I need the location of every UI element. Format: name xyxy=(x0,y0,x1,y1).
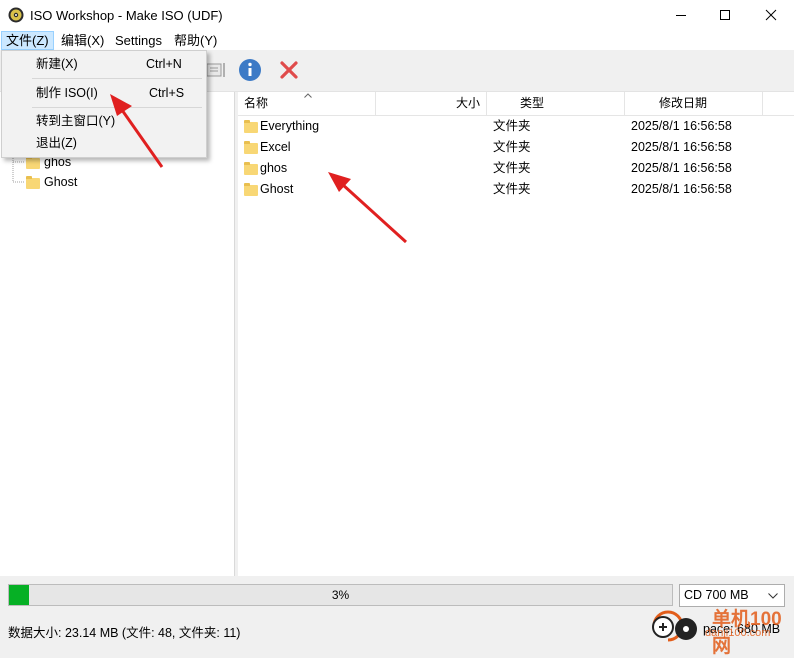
column-header-modified[interactable]: 修改日期 xyxy=(659,92,707,115)
folder-icon xyxy=(26,176,40,189)
column-header-size[interactable]: 大小 xyxy=(456,92,480,115)
folder-icon xyxy=(244,141,258,154)
menu-item-label: 转到主窗口(Y) xyxy=(36,114,116,128)
menu-item-exit[interactable]: 退出(Z) xyxy=(4,132,202,154)
menu-item-main-window[interactable]: 转到主窗口(Y) xyxy=(4,110,202,132)
menu-item-new[interactable]: 新建(X) Ctrl+N xyxy=(4,53,202,75)
row-name: Excel xyxy=(260,140,291,154)
menu-item-shortcut: Ctrl+S xyxy=(149,86,185,100)
menu-item-label: 制作 ISO(I) xyxy=(36,86,98,100)
table-row[interactable]: Excel 文件夹 2025/8/1 16:56:58 xyxy=(238,137,794,158)
watermark-logo-icon xyxy=(652,610,697,642)
row-name: Ghost xyxy=(260,182,294,196)
row-type: 文件夹 xyxy=(493,182,531,196)
row-name: ghos xyxy=(260,161,288,175)
list-header: 名称 大小 类型 修改日期 xyxy=(238,92,794,116)
menu-help[interactable]: 帮助(Y) xyxy=(170,31,221,50)
column-header-type[interactable]: 类型 xyxy=(520,92,544,115)
watermark-url: danji100.com xyxy=(705,627,771,639)
row-type: 文件夹 xyxy=(493,140,531,154)
window-title: ISO Workshop - Make ISO (UDF) xyxy=(30,8,223,23)
status-data-size: 数据大小: 23.14 MB (文件: 48, 文件夹: 11) xyxy=(8,626,241,640)
disc-app-icon xyxy=(8,7,24,23)
delete-icon[interactable] xyxy=(278,59,300,81)
tree-item[interactable]: Ghost xyxy=(24,173,174,193)
table-row[interactable]: Ghost 文件夹 2025/8/1 16:56:58 xyxy=(238,179,794,200)
menu-edit[interactable]: 编辑(X) xyxy=(57,31,108,50)
folder-tree: ghos Ghost xyxy=(0,92,235,576)
close-icon xyxy=(765,9,777,21)
row-name: Everything xyxy=(260,119,320,133)
folder-icon xyxy=(244,183,258,196)
column-separator[interactable] xyxy=(375,92,376,115)
column-header-name[interactable]: 名称 xyxy=(244,92,268,115)
menu-separator xyxy=(32,78,202,79)
row-type: 文件夹 xyxy=(493,161,531,175)
chevron-down-icon xyxy=(768,593,778,599)
row-modified: 2025/8/1 16:56:58 xyxy=(631,161,732,175)
row-type: 文件夹 xyxy=(493,119,531,133)
maximize-icon xyxy=(720,10,730,20)
media-size-value: CD 700 MB xyxy=(684,588,749,602)
title-bar: ISO Workshop - Make ISO (UDF) xyxy=(0,0,794,31)
sort-ascending-icon xyxy=(304,93,312,98)
maximize-button[interactable] xyxy=(702,0,748,31)
menu-settings[interactable]: Settings xyxy=(111,31,166,50)
column-separator[interactable] xyxy=(486,92,487,115)
table-row[interactable]: Everything 文件夹 2025/8/1 16:56:58 xyxy=(238,116,794,137)
menu-item-shortcut: Ctrl+N xyxy=(146,57,182,71)
row-modified: 2025/8/1 16:56:58 xyxy=(631,140,732,154)
column-separator[interactable] xyxy=(624,92,625,115)
info-icon[interactable] xyxy=(238,58,262,82)
minimize-icon xyxy=(676,15,686,16)
properties-icon[interactable] xyxy=(206,61,228,79)
menu-bar: 文件(Z) 编辑(X) Settings 帮助(Y) xyxy=(0,31,794,50)
file-menu-dropdown: 新建(X) Ctrl+N 制作 ISO(I) Ctrl+S 转到主窗口(Y) 退… xyxy=(1,50,207,158)
folder-icon xyxy=(244,162,258,175)
column-separator[interactable] xyxy=(762,92,763,115)
menu-item-make-iso[interactable]: 制作 ISO(I) Ctrl+S xyxy=(4,82,202,104)
progress-bar: 3% xyxy=(8,584,673,606)
row-modified: 2025/8/1 16:56:58 xyxy=(631,182,732,196)
menu-item-label: 新建(X) xyxy=(36,57,78,71)
folder-icon xyxy=(26,156,40,169)
folder-icon xyxy=(244,120,258,133)
minimize-button[interactable] xyxy=(658,0,704,31)
tree-item-label: Ghost xyxy=(44,175,78,189)
table-row[interactable]: ghos 文件夹 2025/8/1 16:56:58 xyxy=(238,158,794,179)
progress-label: 3% xyxy=(331,588,350,602)
file-list: 名称 大小 类型 修改日期 Everything 文件夹 2025/8/1 16… xyxy=(238,92,794,576)
menu-item-label: 退出(Z) xyxy=(36,136,77,150)
menu-file[interactable]: 文件(Z) xyxy=(1,31,54,50)
menu-separator xyxy=(32,107,202,108)
close-button[interactable] xyxy=(748,0,794,31)
row-modified: 2025/8/1 16:56:58 xyxy=(631,119,732,133)
